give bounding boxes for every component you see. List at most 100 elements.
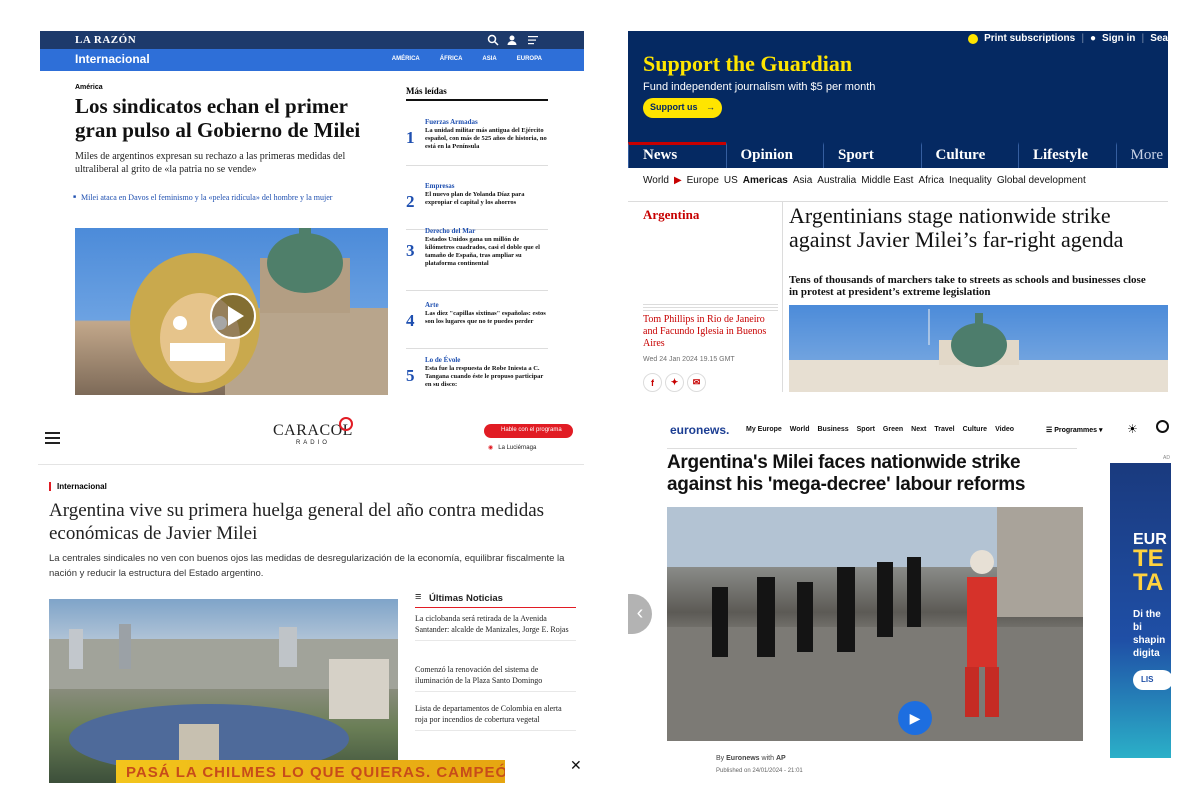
most-read-item[interactable]: 4 Arte Las diez "capillas sixtinas" espa… [406, 301, 548, 349]
nav-item[interactable]: My Europe [746, 426, 782, 433]
close-ad-icon[interactable]: ✕ [570, 757, 582, 774]
city-aerial [49, 624, 398, 774]
byline: By Euronews with AP [716, 755, 786, 762]
print-subscriptions-link[interactable]: Print subscriptions [984, 33, 1075, 44]
caracol-panel: CARACOL RADIO Hable con el programa ◉ La … [38, 413, 584, 783]
rank-number: 2 [406, 192, 415, 211]
article-headline: Los sindicatos echan el primer gran puls… [75, 94, 361, 142]
subnav-item[interactable]: Africa [918, 175, 944, 186]
rank-number: 1 [406, 128, 415, 147]
most-read-item[interactable]: 3 Derecho del Mar Estados Unidos gana un… [406, 227, 548, 291]
twitter-icon[interactable]: ✦ [665, 373, 684, 392]
weather-icon[interactable]: ☀ [1127, 422, 1138, 436]
nav-item[interactable]: World [790, 426, 810, 433]
facebook-icon[interactable]: f [643, 373, 662, 392]
article-video[interactable] [75, 228, 388, 395]
publish-date: Published on 24/01/2024 - 21:01 [716, 768, 803, 774]
rank-number: 5 [406, 366, 415, 385]
latest-news-item[interactable]: Comenzó la renovación del sistema de ilu… [415, 664, 576, 692]
larazon-logo[interactable]: LA RAZÓN [75, 34, 136, 46]
search-icon[interactable] [487, 34, 499, 46]
rank-number: 3 [406, 241, 415, 260]
byline-source[interactable]: Euronews [726, 755, 759, 762]
subnav-item[interactable]: Australia [817, 175, 856, 186]
divider [643, 304, 778, 312]
related-link[interactable]: Milei ataca en Davos el feminismo y la «… [73, 193, 391, 203]
play-icon[interactable]: ▶ [898, 701, 932, 735]
search-link[interactable]: Sea [1150, 33, 1168, 44]
search-icon[interactable] [1156, 420, 1169, 433]
region-link[interactable]: AMÉRICA [392, 56, 420, 62]
region-link[interactable]: ASIA [482, 56, 496, 62]
nav-item[interactable]: Next [911, 426, 926, 433]
byline-with: with [761, 755, 774, 762]
most-read-item[interactable]: 2 Empresas El nuevo plan de Yolanda Díaz… [406, 182, 548, 230]
item-category: Lo de Évole [425, 356, 461, 364]
radio-icon: ◉ [488, 445, 494, 451]
article-lead: La centrales sindicales no ven con bueno… [49, 553, 565, 579]
prev-arrow-icon[interactable]: ‹ [628, 594, 652, 634]
nav-item[interactable]: Video [995, 426, 1014, 433]
program-link[interactable]: ◉ La Luciérnaga [488, 444, 536, 451]
item-category: Derecho del Mar [425, 227, 476, 235]
subnav-item[interactable]: Inequality [949, 175, 992, 186]
divider: | [1081, 33, 1084, 44]
subnav-item[interactable]: Middle East [861, 175, 913, 186]
region-link[interactable]: ÁFRICA [440, 56, 463, 62]
article-headline: Argentina's Milei faces nationwide strik… [667, 452, 1026, 495]
support-us-button[interactable]: Support us → [643, 98, 722, 118]
guardian-panel: Print subscriptions | ● Sign in | Sea Su… [628, 31, 1168, 392]
pillar-news[interactable]: News [628, 142, 726, 168]
article-image[interactable]: ⤢ [49, 599, 398, 783]
subnav-item[interactable]: Europe [687, 175, 719, 186]
subnav-item-active[interactable]: Americas [743, 175, 788, 186]
section-label[interactable]: Argentina [643, 207, 699, 223]
byline-prefix: By [716, 755, 725, 762]
user-icon[interactable] [506, 34, 518, 46]
pillar-nav: News Opinion Sport Culture Lifestyle Mor… [628, 142, 1168, 168]
subnav-item[interactable]: Asia [793, 175, 812, 186]
talk-to-program-button[interactable]: Hable con el programa [484, 424, 573, 438]
nav-item[interactable]: Travel [934, 426, 954, 433]
email-icon[interactable]: ✉ [687, 373, 706, 392]
section-title[interactable]: Internacional [75, 52, 150, 66]
item-title: Las diez "capillas sixtinas" españolas: … [425, 310, 546, 325]
subnav-item[interactable]: World [643, 175, 669, 186]
byline[interactable]: Tom Phillips in Rio de Janeiro and Facun… [643, 314, 768, 350]
item-title: La unidad militar más antigua del Ejérci… [425, 127, 547, 150]
subnav-item[interactable]: Global development [997, 175, 1086, 186]
nav-item[interactable]: Sport [857, 426, 875, 433]
pillar-more[interactable]: More [1115, 142, 1168, 168]
nav-item[interactable]: Green [883, 426, 903, 433]
pillar-lifestyle[interactable]: Lifestyle [1018, 142, 1116, 168]
euronews-logo[interactable]: euronews. [670, 423, 729, 437]
support-us-label: Support us [650, 102, 698, 112]
side-ad[interactable]: EUR TE TA Di the bi shapin digita LIS [1110, 463, 1171, 758]
most-read-item[interactable]: 1 Fuerzas Armadas La unidad militar más … [406, 118, 548, 166]
play-icon[interactable] [209, 292, 257, 340]
print-icon [968, 33, 979, 44]
banner-ad[interactable]: PASÁ LA CHILMES LO QUE QUIERAS. CAMPEÓN [116, 760, 505, 783]
region-link[interactable]: EUROPA [517, 56, 542, 62]
latest-news-item[interactable]: Lista de departamentos de Colombia en al… [415, 703, 576, 731]
hamburger-icon[interactable] [45, 432, 60, 444]
article-kicker[interactable]: América [75, 84, 103, 91]
pillar-sport[interactable]: Sport [823, 142, 921, 168]
ad-button[interactable]: LIS [1133, 670, 1171, 690]
logo-subtext: RADIO [295, 440, 330, 446]
menu-icon[interactable] [527, 34, 539, 46]
nav-item[interactable]: Business [818, 426, 849, 433]
programmes-dropdown[interactable]: ☰ Programmes ▾ [1046, 426, 1103, 434]
congress-building [789, 309, 1168, 392]
article-kicker[interactable]: Internacional [49, 482, 107, 491]
article-video[interactable]: ▶ [667, 507, 1083, 741]
byline-agency[interactable]: AP [776, 755, 786, 762]
pillar-culture[interactable]: Culture [920, 142, 1018, 168]
nav-item[interactable]: Culture [963, 426, 988, 433]
subnav-item[interactable]: US [724, 175, 738, 186]
most-read-item[interactable]: 5 Lo de Évole Esta fue la respuesta de R… [406, 356, 548, 395]
divider [782, 202, 783, 392]
sign-in-link[interactable]: Sign in [1102, 33, 1135, 44]
pillar-opinion[interactable]: Opinion [725, 142, 823, 168]
latest-news-item[interactable]: La ciclobanda será retirada de la Avenid… [415, 613, 576, 641]
